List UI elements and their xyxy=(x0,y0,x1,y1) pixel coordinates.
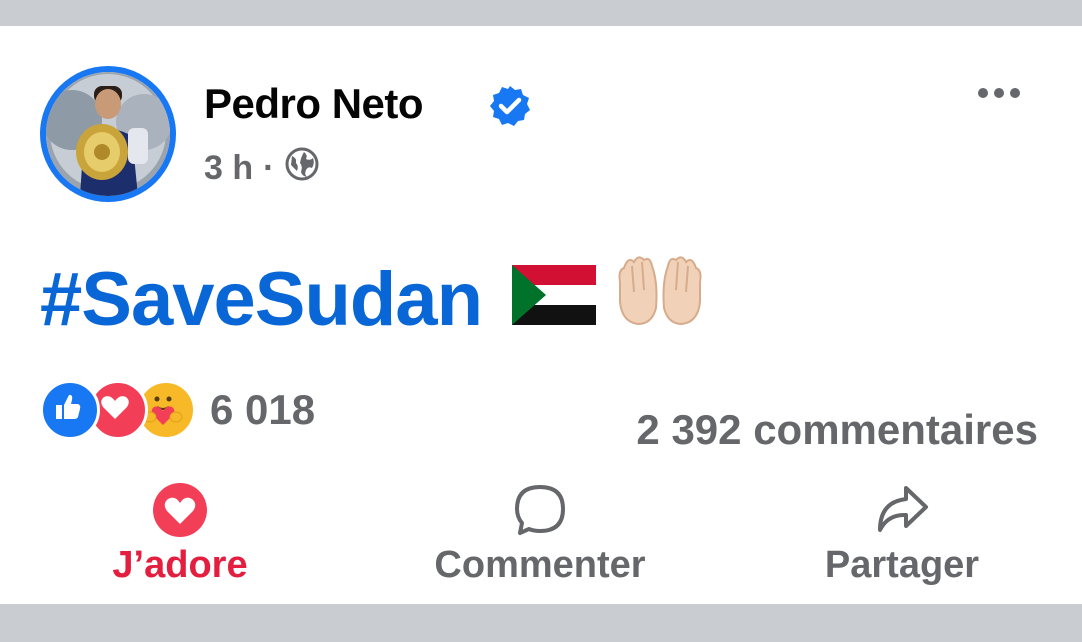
reaction-count[interactable]: 6 018 xyxy=(210,386,315,434)
hashtag-link[interactable]: #SaveSudan xyxy=(40,256,483,343)
post-time[interactable]: 3 h xyxy=(204,149,253,188)
palms-up-together-icon xyxy=(612,252,708,346)
action-bar: J’adore Commenter Partager xyxy=(0,482,1082,592)
love-button[interactable]: J’adore xyxy=(90,482,270,587)
meta-separator: · xyxy=(263,149,275,187)
dot-icon xyxy=(978,88,988,98)
comment-label: Commenter xyxy=(434,544,646,586)
reaction-summary[interactable]: 6 018 xyxy=(40,380,315,440)
dot-icon xyxy=(994,88,1004,98)
heart-icon xyxy=(153,483,207,537)
globe-icon[interactable] xyxy=(284,146,320,191)
comments-count[interactable]: 2 392 commentaires xyxy=(636,406,1038,454)
comment-button[interactable]: Commenter xyxy=(410,482,670,587)
post-meta: 3 h · xyxy=(204,146,320,191)
post-card: Pedro Neto 3 h · #SaveSudan 6 018 2 392 … xyxy=(0,26,1082,604)
share-icon xyxy=(878,486,928,532)
more-options-button[interactable] xyxy=(978,88,1020,98)
avatar[interactable] xyxy=(40,66,176,202)
comment-icon xyxy=(515,485,565,535)
love-label: J’adore xyxy=(112,544,248,586)
verified-badge-icon xyxy=(488,84,532,133)
share-button[interactable]: Partager xyxy=(800,482,1004,587)
sudan-flag-icon xyxy=(512,256,596,343)
avatar-photo xyxy=(46,72,170,196)
share-label: Partager xyxy=(824,544,980,586)
post-text: #SaveSudan xyxy=(40,252,708,346)
author-name[interactable]: Pedro Neto xyxy=(204,80,424,128)
dot-icon xyxy=(1010,88,1020,98)
like-reaction-icon xyxy=(40,380,100,440)
